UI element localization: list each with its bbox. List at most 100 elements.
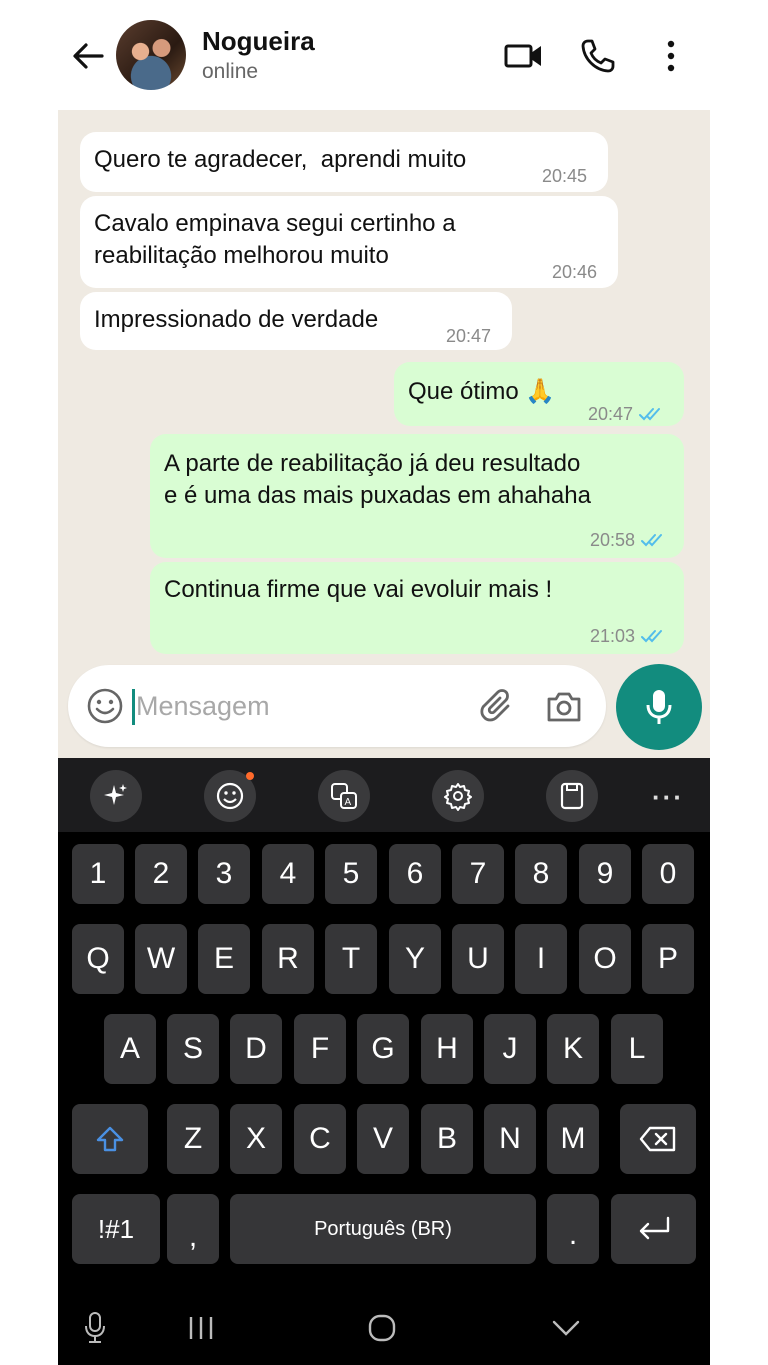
message-bubble-outgoing[interactable]: Que ótimo 🙏 20:47: [394, 362, 684, 426]
emoji-icon[interactable]: [204, 770, 256, 822]
key-d[interactable]: D: [230, 1014, 282, 1084]
key-1[interactable]: 1: [72, 844, 124, 904]
read-ticks-icon: [639, 399, 665, 431]
read-ticks-icon: [641, 621, 667, 653]
text-cursor: [132, 689, 135, 725]
key-q[interactable]: Q: [72, 924, 124, 994]
hide-keyboard-icon[interactable]: [548, 1310, 584, 1346]
key-u[interactable]: U: [452, 924, 504, 994]
key-y[interactable]: Y: [389, 924, 441, 994]
message-bubble-incoming[interactable]: Cavalo empinava segui certinho a reabili…: [80, 196, 618, 288]
key-r[interactable]: R: [262, 924, 314, 994]
comma-key[interactable]: ,: [167, 1194, 219, 1264]
chat-header: Nogueira online: [0, 0, 768, 110]
message-time: 21:03: [590, 620, 667, 653]
message-time: 20:45: [542, 166, 588, 186]
svg-text:A: A: [345, 797, 352, 808]
key-e[interactable]: E: [198, 924, 250, 994]
more-vert-icon[interactable]: [656, 36, 686, 76]
period-key[interactable]: .: [547, 1194, 599, 1264]
key-w[interactable]: W: [135, 924, 187, 994]
phone-icon[interactable]: [578, 36, 618, 76]
message-bubble-incoming[interactable]: Impressionado de verdade 20:47: [80, 292, 512, 350]
message-text: Impressionado de verdade: [94, 306, 379, 333]
settings-icon[interactable]: [432, 770, 484, 822]
enter-key[interactable]: [611, 1194, 696, 1264]
clipboard-icon[interactable]: [546, 770, 598, 822]
backspace-key[interactable]: [620, 1104, 696, 1174]
key-2[interactable]: 2: [135, 844, 187, 904]
notification-dot: [246, 772, 254, 780]
message-text: A parte de reabilitação já deu resultado…: [164, 450, 591, 509]
key-m[interactable]: M: [547, 1104, 599, 1174]
key-t[interactable]: T: [325, 924, 377, 994]
message-bubble-incoming[interactable]: Quero te agradecer, aprendi muito 20:45: [80, 132, 608, 192]
on-screen-keyboard: A ··· 1 2 3 4 5 6 7 8 9 0 Q W E R T Y U …: [58, 758, 710, 1365]
key-o[interactable]: O: [579, 924, 631, 994]
message-list[interactable]: Quero te agradecer, aprendi muito 20:45 …: [58, 110, 710, 758]
key-p[interactable]: P: [642, 924, 694, 994]
key-j[interactable]: J: [484, 1014, 536, 1084]
key-g[interactable]: G: [357, 1014, 409, 1084]
key-4[interactable]: 4: [262, 844, 314, 904]
message-bubble-outgoing[interactable]: Continua firme que vai evoluir mais ! 21…: [150, 562, 684, 654]
message-time: 20:47: [446, 326, 492, 346]
video-call-icon[interactable]: [502, 36, 546, 76]
symbols-key[interactable]: !#1: [72, 1194, 160, 1264]
message-text: Quero te agradecer, aprendi muito: [94, 146, 467, 173]
shift-key[interactable]: [72, 1104, 148, 1174]
keyboard-toolbar: A ···: [58, 758, 710, 832]
message-time-value: 20:58: [590, 530, 636, 550]
key-h[interactable]: H: [421, 1014, 473, 1084]
back-arrow-icon[interactable]: [68, 36, 108, 76]
message-time-value: 20:47: [588, 404, 634, 424]
message-text: Que ótimo 🙏: [408, 378, 556, 405]
key-f[interactable]: F: [294, 1014, 346, 1084]
key-s[interactable]: S: [167, 1014, 219, 1084]
key-i[interactable]: I: [515, 924, 567, 994]
system-navigation-bar: [58, 1290, 710, 1365]
home-icon[interactable]: [364, 1310, 400, 1346]
key-z[interactable]: Z: [167, 1104, 219, 1174]
message-input[interactable]: [136, 683, 466, 729]
key-b[interactable]: B: [421, 1104, 473, 1174]
message-composer: [68, 665, 606, 747]
key-k[interactable]: K: [547, 1014, 599, 1084]
emoji-icon[interactable]: [86, 687, 124, 725]
mic-icon: [646, 690, 672, 724]
key-v[interactable]: V: [357, 1104, 409, 1174]
message-text: Continua firme que vai evoluir mais !: [164, 576, 553, 603]
key-8[interactable]: 8: [515, 844, 567, 904]
translate-icon[interactable]: A: [318, 770, 370, 822]
contact-name[interactable]: Nogueira: [202, 26, 315, 57]
key-a[interactable]: A: [104, 1014, 156, 1084]
key-7[interactable]: 7: [452, 844, 504, 904]
key-6[interactable]: 6: [389, 844, 441, 904]
space-key[interactable]: Português (BR): [230, 1194, 536, 1264]
message-time: 20:47: [588, 398, 665, 431]
read-ticks-icon: [641, 525, 667, 557]
ai-sparkle-icon[interactable]: [90, 770, 142, 822]
recents-icon[interactable]: [186, 1310, 216, 1346]
key-x[interactable]: X: [230, 1104, 282, 1174]
key-9[interactable]: 9: [579, 844, 631, 904]
key-c[interactable]: C: [294, 1104, 346, 1174]
keyboard-mic-icon[interactable]: [80, 1310, 110, 1346]
message-time: 20:46: [552, 262, 598, 282]
key-n[interactable]: N: [484, 1104, 536, 1174]
message-time: 20:58: [590, 524, 667, 557]
key-5[interactable]: 5: [325, 844, 377, 904]
message-time-value: 21:03: [590, 626, 636, 646]
voice-message-button[interactable]: [616, 664, 702, 750]
contact-status: online: [202, 60, 259, 83]
attach-icon[interactable]: [478, 687, 518, 727]
camera-icon[interactable]: [544, 687, 584, 727]
more-horizontal-icon[interactable]: ···: [652, 782, 684, 813]
contact-avatar[interactable]: [116, 20, 186, 90]
message-text: Cavalo empinava segui certinho a reabili…: [94, 210, 456, 269]
enter-icon: [639, 1216, 669, 1240]
key-0[interactable]: 0: [642, 844, 694, 904]
key-3[interactable]: 3: [198, 844, 250, 904]
key-l[interactable]: L: [611, 1014, 663, 1084]
message-bubble-outgoing[interactable]: A parte de reabilitação já deu resultado…: [150, 434, 684, 558]
